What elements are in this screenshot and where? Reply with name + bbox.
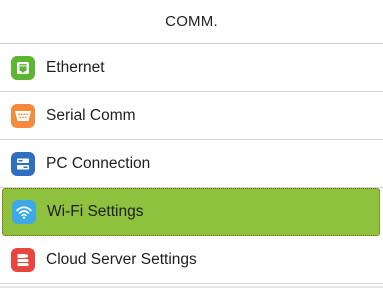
menu-item-label: Cloud Server Settings	[46, 250, 197, 268]
menu-item-label: Serial Comm	[46, 106, 136, 124]
menu-item-label: Wi-Fi Settings	[47, 203, 144, 220]
menu-item-ethernet[interactable]: Ethernet	[0, 44, 383, 92]
menu-item-label: PC Connection	[46, 154, 151, 172]
comm-menu-screen: COMM. Ethernet Serial Comm PC Connection…	[0, 0, 383, 288]
menu-item-cloud-server-settings[interactable]: Cloud Server Settings	[0, 236, 383, 284]
page-title: COMM.	[165, 13, 218, 30]
menu-item-label: Ethernet	[46, 58, 105, 76]
serial-port-icon	[11, 103, 35, 128]
menu-item-wifi-settings[interactable]: Wi-Fi Settings	[2, 188, 380, 236]
wifi-icon	[12, 200, 36, 224]
pc-connection-icon	[11, 151, 35, 176]
ethernet-icon	[11, 55, 35, 80]
menu-item-serial-comm[interactable]: Serial Comm	[0, 92, 383, 140]
menu-item-pc-connection[interactable]: PC Connection	[0, 140, 383, 188]
menu-list: Ethernet Serial Comm PC Connection Wi-Fi…	[0, 44, 383, 284]
page-title-bar: COMM.	[0, 0, 383, 44]
cloud-server-icon	[11, 247, 35, 272]
